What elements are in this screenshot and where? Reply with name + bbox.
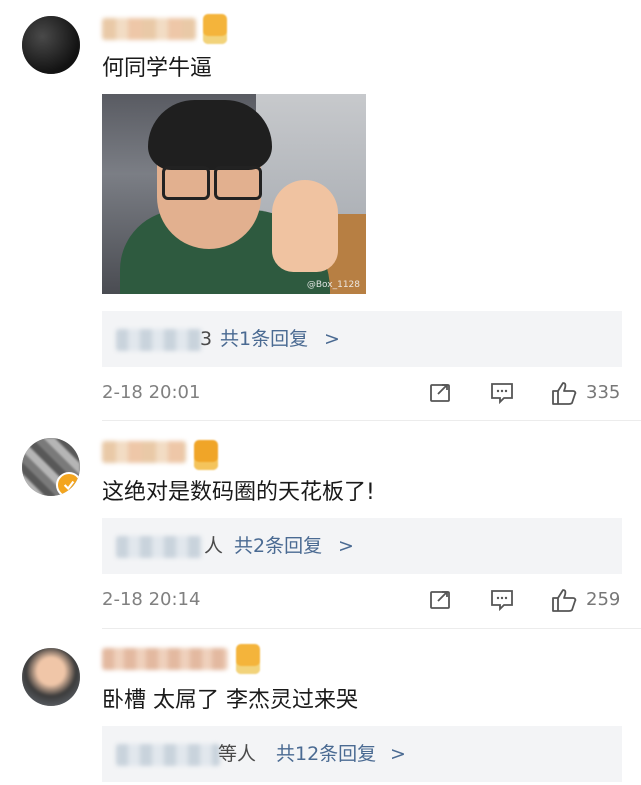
comment-text: 这绝对是数码圈的天花板了! [102,480,375,505]
reply-count-link[interactable]: 共12条回复 [276,741,376,767]
user-tag-icon [203,14,227,44]
divider [102,628,641,629]
reply-author-suffix: 等人 [218,743,257,765]
comment-meta: 2-18 20:01 335 [102,380,622,406]
reply-author-masked [116,329,202,351]
share-icon[interactable] [426,380,454,406]
avatar[interactable] [22,16,80,74]
comment-icon[interactable] [488,587,516,613]
share-icon[interactable] [426,587,454,613]
comment-time: 2-18 20:01 [102,382,201,403]
image-watermark: @Box_1128 [306,280,360,290]
comment-image[interactable]: @Box_1128 [102,94,366,294]
comment-text: 何同学牛逼 [102,56,213,81]
thumbs-up-icon[interactable] [550,587,578,613]
comment-time: 2-18 20:14 [102,589,201,610]
reply-preview[interactable]: 等人 共12条回复 > [102,726,622,782]
avatar[interactable] [22,648,80,706]
like-count: 259 [586,589,621,610]
reply-author-suffix: 3 [200,328,213,350]
avatar[interactable] [22,438,80,496]
reply-author-suffix: 人 [204,535,224,557]
username-masked[interactable] [102,648,228,670]
comment-text: 卧槽 太屌了 李杰灵过来哭 [102,688,358,713]
reply-count-link[interactable]: 共2条回复 [234,533,322,559]
user-tag-icon [194,440,218,470]
reply-author-masked [116,536,202,558]
user-tag-icon [236,644,260,674]
chevron-right-icon: > [324,328,340,350]
reply-preview[interactable]: 3 共1条回复 > [102,311,622,367]
username-masked[interactable] [102,441,186,463]
chevron-right-icon: > [338,535,354,557]
username-masked[interactable] [102,18,196,40]
comment-icon[interactable] [488,380,516,406]
divider [102,420,641,421]
comment-meta: 2-18 20:14 259 [102,587,622,613]
verified-badge-icon [56,472,80,496]
reply-count-link[interactable]: 共1条回复 [220,326,308,352]
thumbs-up-icon[interactable] [550,380,578,406]
chevron-right-icon: > [390,743,406,765]
reply-preview[interactable]: 人 共2条回复 > [102,518,622,574]
reply-author-masked [116,744,220,766]
like-count: 335 [586,382,621,403]
